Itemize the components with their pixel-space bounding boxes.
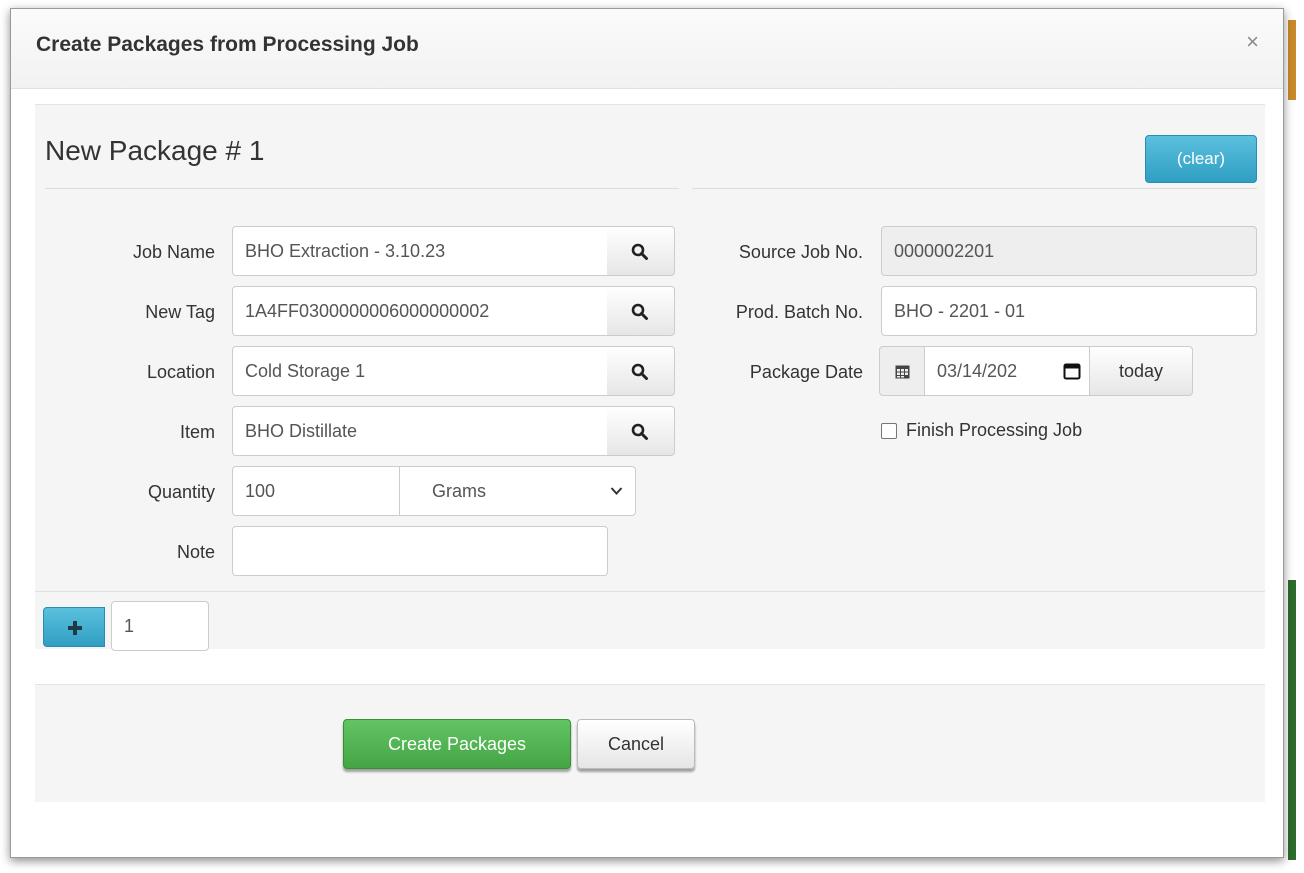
quantity-label: Quantity [147,482,215,502]
quantity-field[interactable]: 100 [232,466,400,516]
search-icon [631,423,648,440]
date-picker-icon[interactable] [1063,362,1081,380]
form-divider [35,591,1265,592]
search-icon [631,303,648,320]
clear-button[interactable]: (clear) [1145,135,1257,183]
new-tag-label: New Tag [145,302,215,322]
location-search-button[interactable] [607,346,675,396]
create-packages-button[interactable]: Create Packages [343,719,571,769]
new-tag-search-button[interactable] [607,286,675,336]
calendar-icon [895,365,910,379]
dialog-title: Create Packages from Processing Job [36,33,419,56]
heading-divider-right [692,188,1257,189]
item-label: Item [179,422,215,442]
plus-icon [68,621,82,635]
prod-batch-field[interactable]: BHO - 2201 - 01 [881,286,1257,336]
new-tag-field[interactable]: 1A4FF0300000006000000002 [232,286,608,336]
unit-select[interactable]: Grams [400,466,636,516]
package-date-group: 03/14/202 today [879,346,1195,396]
note-field[interactable] [232,526,608,576]
dialog-footer: Create Packages Cancel [35,684,1265,802]
job-name-field[interactable]: BHO Extraction - 3.10.23 [232,226,608,276]
package-date-field[interactable]: 03/14/202 [924,346,1090,396]
cancel-button[interactable]: Cancel [577,719,695,769]
source-job-field: 0000002201 [881,226,1257,276]
calendar-addon[interactable] [879,346,925,396]
source-job-label: Source Job No. [738,242,863,262]
package-count-field[interactable]: 1 [111,601,209,651]
package-date-value: 03/14/202 [937,361,1018,381]
package-heading: New Package # 1 [45,135,265,166]
finish-processing-job-label: Finish Processing Job [906,420,1083,440]
package-form-panel: New Package # 1 (clear) Job Name BHO Ext… [35,104,1265,651]
job-name-search-button[interactable] [607,226,675,276]
location-field[interactable]: Cold Storage 1 [232,346,608,396]
job-name-label: Job Name [132,242,215,262]
chevron-down-icon [610,487,623,495]
prod-batch-label: Prod. Batch No. [735,302,863,322]
package-date-label: Package Date [749,362,863,382]
background-page-edge [1288,20,1296,860]
location-label: Location [146,362,215,382]
search-icon [631,243,648,260]
unit-select-value: Grams [432,481,486,501]
note-label: Note [176,542,215,562]
close-icon[interactable]: × [1246,31,1259,53]
search-icon [631,363,648,380]
today-button[interactable]: today [1089,346,1193,396]
dialog-header: Create Packages from Processing Job × [11,9,1283,89]
item-field[interactable]: BHO Distillate [232,406,608,456]
finish-processing-job-checkbox[interactable] [881,423,897,439]
item-search-button[interactable] [607,406,675,456]
add-package-button[interactable] [43,607,105,647]
create-packages-dialog: Create Packages from Processing Job × Ne… [10,8,1284,858]
heading-divider-left [45,188,679,189]
